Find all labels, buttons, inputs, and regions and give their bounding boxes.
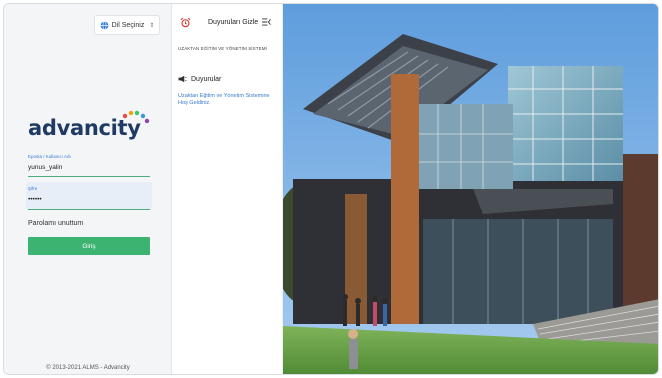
username-input[interactable] bbox=[28, 164, 148, 171]
language-selector[interactable]: Dil Seçiniz ⇕ bbox=[94, 15, 160, 35]
login-panel: Dil Seçiniz ⇕ advancity Eposta / Kullanı… bbox=[4, 4, 172, 374]
system-name: UZAKTAN EĞİTİM VE YÖNETİM SİSTEMİ bbox=[178, 46, 267, 51]
hide-announcements-label: Duyuruları Gizle bbox=[208, 18, 259, 26]
login-button[interactable]: Giriş bbox=[28, 237, 150, 255]
campus-building-illustration bbox=[283, 4, 658, 374]
announcements-panel: Duyuruları Gizle UZAKTAN EĞİTİM VE YÖNET… bbox=[172, 4, 283, 374]
password-label: Şifre bbox=[28, 186, 38, 191]
hide-announcements-button[interactable]: Duyuruları Gizle bbox=[208, 18, 272, 26]
megaphone-icon bbox=[178, 75, 187, 83]
announcement-item[interactable]: Uzaktan Eğitim ve Yönetim Sistemine Hoş … bbox=[178, 93, 270, 107]
announcements-heading: Duyurular bbox=[178, 75, 221, 83]
advancity-logo: advancity bbox=[28, 108, 152, 144]
password-input[interactable] bbox=[28, 196, 148, 203]
copyright-text: © 2013-2021 ALMS - Advancity bbox=[46, 365, 130, 371]
chevron-updown-icon: ⇕ bbox=[149, 22, 155, 29]
username-label: Eposta / Kullanıcı Adı bbox=[28, 154, 71, 159]
forgot-password-link[interactable]: Parolamı unuttum bbox=[28, 220, 83, 227]
alarm-clock-icon bbox=[180, 17, 191, 28]
campus-photo bbox=[283, 4, 658, 374]
logo-wordmark: advancity bbox=[28, 116, 141, 140]
login-window: Dil Seçiniz ⇕ advancity Eposta / Kullanı… bbox=[3, 3, 659, 375]
password-underline bbox=[28, 209, 150, 210]
globe-icon bbox=[100, 20, 109, 30]
announcements-title: Duyurular bbox=[191, 75, 222, 83]
username-underline bbox=[28, 176, 150, 177]
language-selector-label: Dil Seçiniz bbox=[111, 21, 145, 29]
hide-panel-icon bbox=[262, 18, 272, 26]
